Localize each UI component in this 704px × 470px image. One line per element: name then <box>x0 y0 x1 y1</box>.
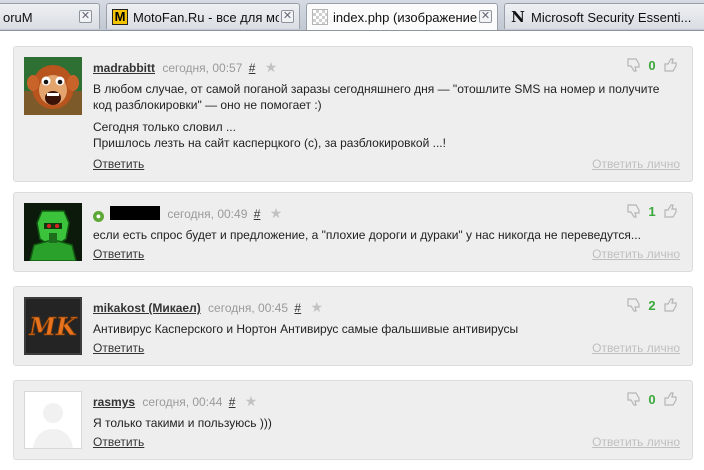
vote-count: 1 <box>648 204 656 219</box>
browser-tab-bar: oruM ✕ M MotoFan.Ru - все для мо... ✕ in… <box>0 0 704 31</box>
vote-box: 1 <box>626 203 680 221</box>
reply-link[interactable]: Ответить <box>93 157 144 171</box>
close-icon[interactable]: ✕ <box>479 10 492 23</box>
tab-motofan[interactable]: M MotoFan.Ru - все для мо... ✕ <box>106 3 300 29</box>
comment-paragraph: Сегодня только словил ... Пришлось лезть… <box>93 120 446 150</box>
permalink[interactable]: # <box>254 207 261 221</box>
author-link[interactable]: rasmys <box>93 395 135 409</box>
reply-private-link[interactable]: Ответить лично <box>592 341 680 355</box>
vote-box: 0 <box>626 391 680 409</box>
comment-text: Антивирус Касперского и Нортон Антивирус… <box>93 321 680 337</box>
vote-box: 2 <box>626 297 680 315</box>
motofan-m-icon: M <box>112 9 128 25</box>
thumbs-down-icon[interactable] <box>626 298 642 315</box>
comment-paragraph: В любом случае, от самой поганой заразы … <box>93 82 660 112</box>
avatar[interactable] <box>24 203 82 262</box>
author-link[interactable]: mikakost (Микаел) <box>93 301 201 315</box>
star-icon[interactable]: ★ <box>265 59 278 75</box>
star-icon[interactable]: ★ <box>245 393 258 409</box>
comment-paragraph: если есть спрос будет и предложение, а "… <box>93 228 641 242</box>
comment-header: mikakost (Микаел) сегодня, 00:45 # ★ <box>93 299 323 315</box>
mk-logo-avatar-icon: MK <box>24 297 82 355</box>
reply-private-link[interactable]: Ответить лично <box>592 157 680 171</box>
comment-header: rasmys сегодня, 00:44 # ★ <box>93 393 257 409</box>
tab-title: index.php (изображение ... <box>333 10 479 25</box>
image-file-icon <box>312 9 328 25</box>
thumbs-down-icon[interactable] <box>626 204 642 221</box>
comment-date: сегодня, 00:49 <box>167 207 248 221</box>
reply-link[interactable]: Ответить <box>93 341 144 355</box>
avatar[interactable] <box>24 57 82 115</box>
thumbs-up-icon[interactable] <box>663 58 679 75</box>
tab-index-image[interactable]: index.php (изображение ... ✕ <box>306 3 498 30</box>
comment-text: В любом случае, от самой поганой заразы … <box>93 81 680 151</box>
comment-header: madrabbitt сегодня, 00:57 # ★ <box>93 59 277 75</box>
comment-date: сегодня, 00:44 <box>142 395 223 409</box>
comment-item: MK mikakost (Микаел) сегодня, 00:45 # ★ … <box>13 286 693 366</box>
comment-paragraph: Я только такими и пользуюсь ))) <box>93 416 272 430</box>
tab-title: Microsoft Security Essenti... <box>531 10 692 25</box>
permalink[interactable]: # <box>229 395 236 409</box>
close-icon[interactable]: ✕ <box>281 10 294 23</box>
monkey-avatar-icon <box>24 57 82 115</box>
thumbs-up-icon[interactable] <box>663 298 679 315</box>
permalink[interactable]: # <box>249 61 256 75</box>
comment-item: ● сегодня, 00:49 # ★ 1 если есть спрос б… <box>13 192 693 272</box>
avatar[interactable] <box>24 391 82 449</box>
comment-date: сегодня, 00:45 <box>208 301 289 315</box>
tab-title: MotoFan.Ru - все для мо... <box>133 10 279 25</box>
thumbs-up-icon[interactable] <box>663 392 679 409</box>
tab-microsoft-security[interactable]: N Microsoft Security Essenti... <box>504 3 704 29</box>
author-link[interactable]: madrabbitt <box>93 61 155 75</box>
reply-private-link[interactable]: Ответить лично <box>592 435 680 449</box>
reply-private-link[interactable]: Ответить лично <box>592 247 680 261</box>
thumbs-up-icon[interactable] <box>663 204 679 221</box>
avatar[interactable]: MK <box>24 297 82 355</box>
reply-link[interactable]: Ответить <box>93 435 144 449</box>
permalink[interactable]: # <box>294 301 301 315</box>
mk-logo-text: MK <box>28 312 78 341</box>
comment-text: Я только такими и пользуюсь ))) <box>93 415 680 431</box>
comment-item: rasmys сегодня, 00:44 # ★ 0 Я только так… <box>13 380 693 460</box>
vote-count: 0 <box>648 392 656 407</box>
vote-count: 0 <box>648 58 656 73</box>
redacted-author[interactable] <box>110 206 160 220</box>
comment-paragraph: Антивирус Касперского и Нортон Антивирус… <box>93 322 519 336</box>
reply-link[interactable]: Ответить <box>93 247 144 261</box>
vote-box: 0 <box>626 57 680 75</box>
comment-text: если есть спрос будет и предложение, а "… <box>93 227 680 243</box>
thumbs-down-icon[interactable] <box>626 58 642 75</box>
n-logo-icon: N <box>511 8 525 26</box>
comment-header: ● сегодня, 00:49 # ★ <box>93 205 283 222</box>
online-status-icon: ● <box>93 211 104 222</box>
comment-date: сегодня, 00:57 <box>162 61 243 75</box>
close-icon[interactable]: ✕ <box>79 10 92 23</box>
star-icon[interactable]: ★ <box>310 299 323 315</box>
thumbs-down-icon[interactable] <box>626 392 642 409</box>
comment-item: madrabbitt сегодня, 00:57 # ★ 0 В любом … <box>13 46 693 182</box>
default-avatar-icon <box>33 403 73 448</box>
tab-title: oruM <box>3 10 33 25</box>
vote-count: 2 <box>648 298 656 313</box>
star-icon[interactable]: ★ <box>270 205 283 221</box>
tab-forum[interactable]: oruM ✕ <box>0 3 100 29</box>
green-robot-avatar-icon <box>24 203 82 262</box>
